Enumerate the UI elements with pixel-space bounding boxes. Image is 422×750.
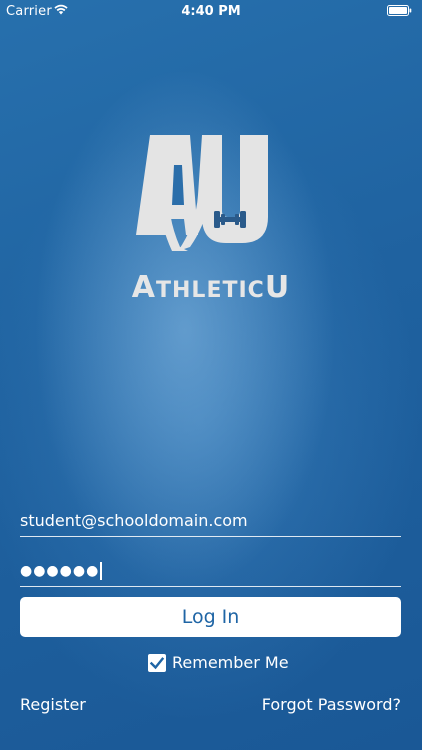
athleticu-logo <box>130 135 275 260</box>
brand-name-suffix: U <box>264 270 291 305</box>
login-screen: Carrier 4:40 PM ATHLETICU student@school… <box>0 0 422 750</box>
login-button[interactable]: Log In <box>20 597 401 637</box>
brand-name-prefix: A <box>131 270 157 305</box>
clock: 4:40 PM <box>181 4 241 19</box>
battery-icon <box>387 5 412 20</box>
email-input[interactable] <box>20 511 401 530</box>
password-mask: ●●●●●● <box>20 563 100 579</box>
forgot-password-link[interactable]: Forgot Password? <box>262 695 401 714</box>
status-bar: Carrier 4:40 PM <box>0 0 422 22</box>
checkbox-checked-icon[interactable] <box>148 654 166 672</box>
register-link[interactable]: Register <box>20 695 86 714</box>
brand-name-middle: thletic <box>156 278 265 303</box>
remember-me-label: Remember Me <box>172 653 289 672</box>
brand-name: AthleticU <box>0 270 422 305</box>
email-field[interactable] <box>20 496 401 537</box>
password-field[interactable]: ●●●●●● <box>20 546 401 587</box>
text-caret <box>100 562 103 580</box>
password-input[interactable]: ●●●●●● <box>20 562 103 580</box>
